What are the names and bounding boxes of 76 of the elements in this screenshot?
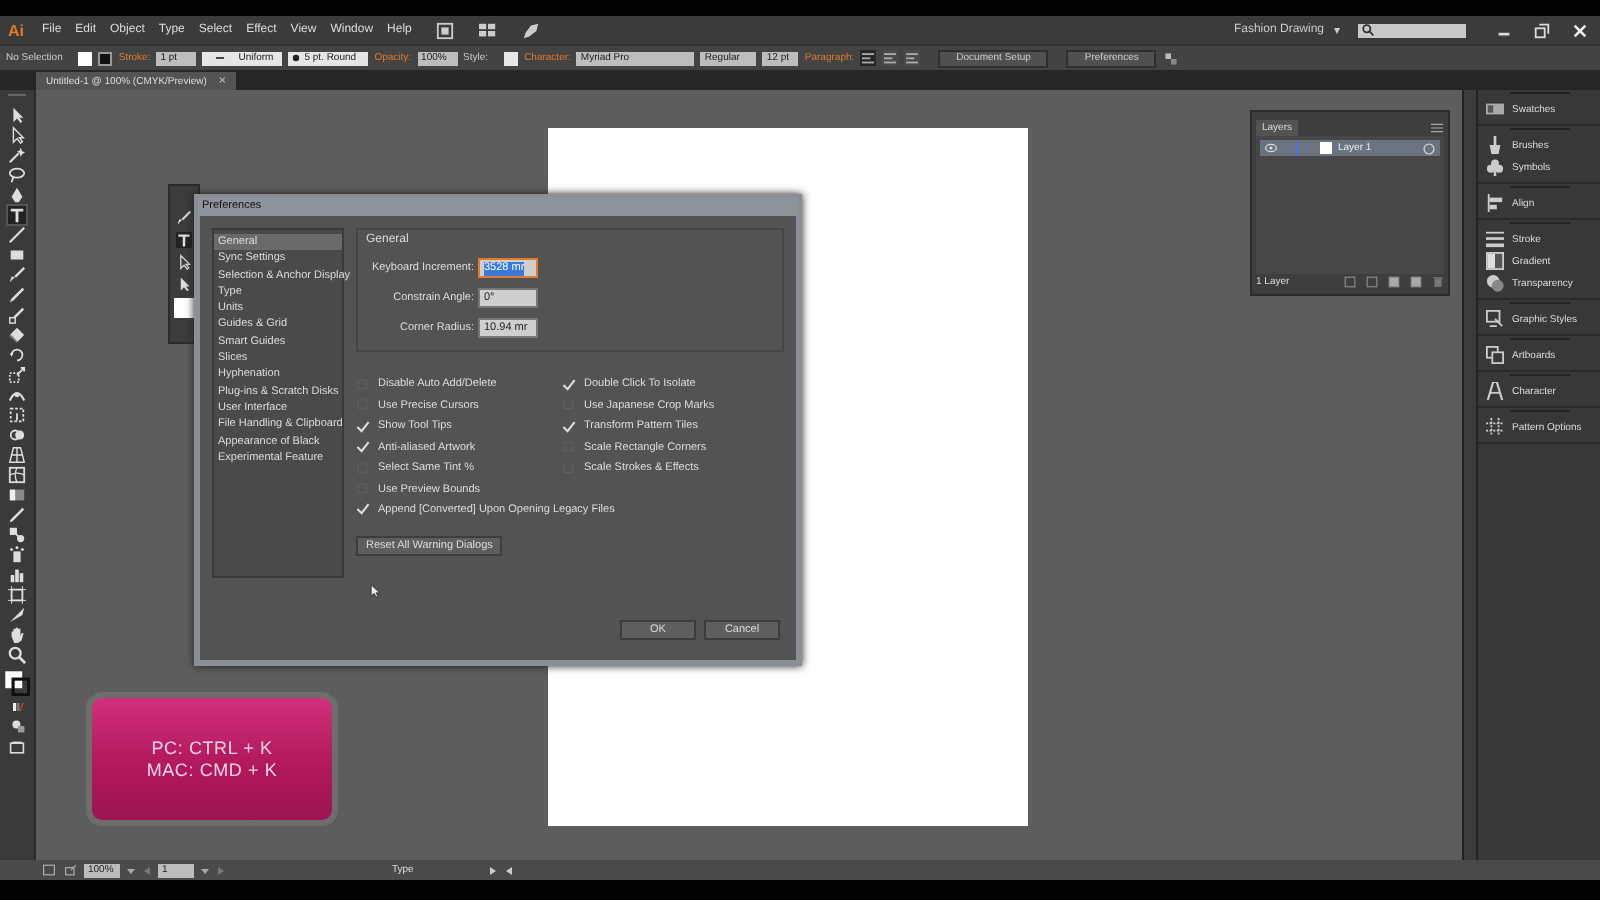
style-swatch[interactable] [504, 51, 519, 65]
fill-stroke-icon[interactable] [4, 670, 30, 696]
swatches-icon [1486, 100, 1504, 118]
artboards-icon [1486, 346, 1504, 364]
frame-icon[interactable] [435, 21, 454, 39]
paintbrush-icon [1486, 136, 1504, 154]
selection-arrow-icon[interactable] [176, 276, 192, 292]
type-tool-icon[interactable] [176, 232, 192, 248]
draw-mode-icon[interactable] [9, 718, 25, 734]
rectangle-icon[interactable] [8, 246, 26, 264]
zoom-icon[interactable] [8, 646, 26, 664]
layer-thumbnail [1320, 142, 1332, 154]
mesh-icon[interactable] [8, 466, 26, 484]
rotate-icon[interactable] [8, 346, 26, 364]
mouse-cursor-icon [370, 584, 382, 598]
search-field[interactable] [1358, 23, 1466, 37]
expand-icon[interactable] [488, 865, 498, 875]
stroke-swatch[interactable] [98, 51, 113, 65]
graphic-styles-icon [1486, 310, 1504, 328]
pattern-grid-icon [1486, 418, 1504, 436]
direct-selection-icon[interactable] [8, 126, 26, 144]
shortcut-text: PC: CTRL + K [151, 738, 273, 758]
width-tool-icon[interactable] [8, 386, 26, 404]
trash-icon[interactable] [1432, 276, 1444, 288]
symbol-sprayer-icon[interactable] [8, 546, 26, 564]
lasso-icon[interactable] [8, 166, 26, 184]
hand-icon[interactable] [8, 626, 26, 644]
overlapping-circles-icon [1486, 274, 1504, 292]
align-button[interactable] [860, 50, 877, 66]
align-icon [862, 52, 875, 64]
search-icon [1362, 24, 1374, 36]
target-icon[interactable] [1422, 141, 1436, 155]
caret-icon[interactable] [200, 865, 210, 875]
gradient-tool-icon[interactable] [8, 486, 26, 504]
align-icon [884, 52, 897, 64]
free-transform-icon[interactable] [8, 406, 26, 424]
magic-wand-icon[interactable] [8, 146, 26, 164]
line-segment-icon[interactable] [8, 226, 26, 244]
fill-swatch[interactable] [78, 51, 93, 65]
blob-brush-icon[interactable] [8, 306, 26, 324]
collapse-icon[interactable] [504, 865, 514, 875]
paintbrush-icon[interactable] [176, 210, 192, 226]
bar-graph-icon[interactable] [8, 566, 26, 584]
artboard-icon[interactable] [8, 586, 26, 604]
type-tool-icon[interactable] [8, 206, 26, 224]
scale-icon[interactable] [8, 366, 26, 384]
arrange-icon[interactable] [1162, 51, 1181, 65]
selection-arrow-icon[interactable] [8, 106, 26, 124]
blend-icon[interactable] [8, 526, 26, 544]
app-logo: Ai [8, 21, 24, 39]
club-icon [1486, 158, 1504, 176]
eye-icon[interactable] [1264, 142, 1278, 154]
share-icon[interactable] [64, 864, 78, 876]
fill-swatch[interactable] [174, 298, 194, 318]
dot-icon [292, 54, 301, 62]
align-icon [906, 52, 919, 64]
gradient-icon [1486, 252, 1504, 270]
layout-icon[interactable] [475, 21, 500, 39]
eyedropper-icon[interactable] [8, 506, 26, 524]
perspective-grid-icon[interactable] [8, 446, 26, 464]
artboard-nav-icon[interactable] [40, 864, 58, 876]
shortcut-text: MAC: CMD + K [146, 760, 278, 780]
eraser-icon[interactable] [8, 326, 26, 344]
restore-icon[interactable] [1530, 21, 1554, 39]
align-icon [1486, 194, 1504, 212]
panel-menu-icon[interactable] [1430, 122, 1444, 134]
slice-icon[interactable] [8, 606, 26, 624]
align-button[interactable] [904, 50, 921, 66]
align-button[interactable] [882, 50, 899, 66]
lines-icon [1486, 230, 1504, 248]
caret-icon[interactable] [126, 865, 136, 875]
shape-builder-icon[interactable] [8, 426, 26, 444]
close-icon[interactable] [1568, 21, 1592, 39]
character-icon [1486, 382, 1504, 400]
screen-mode-icon[interactable] [8, 740, 26, 756]
paintbrush-icon[interactable] [8, 266, 26, 284]
